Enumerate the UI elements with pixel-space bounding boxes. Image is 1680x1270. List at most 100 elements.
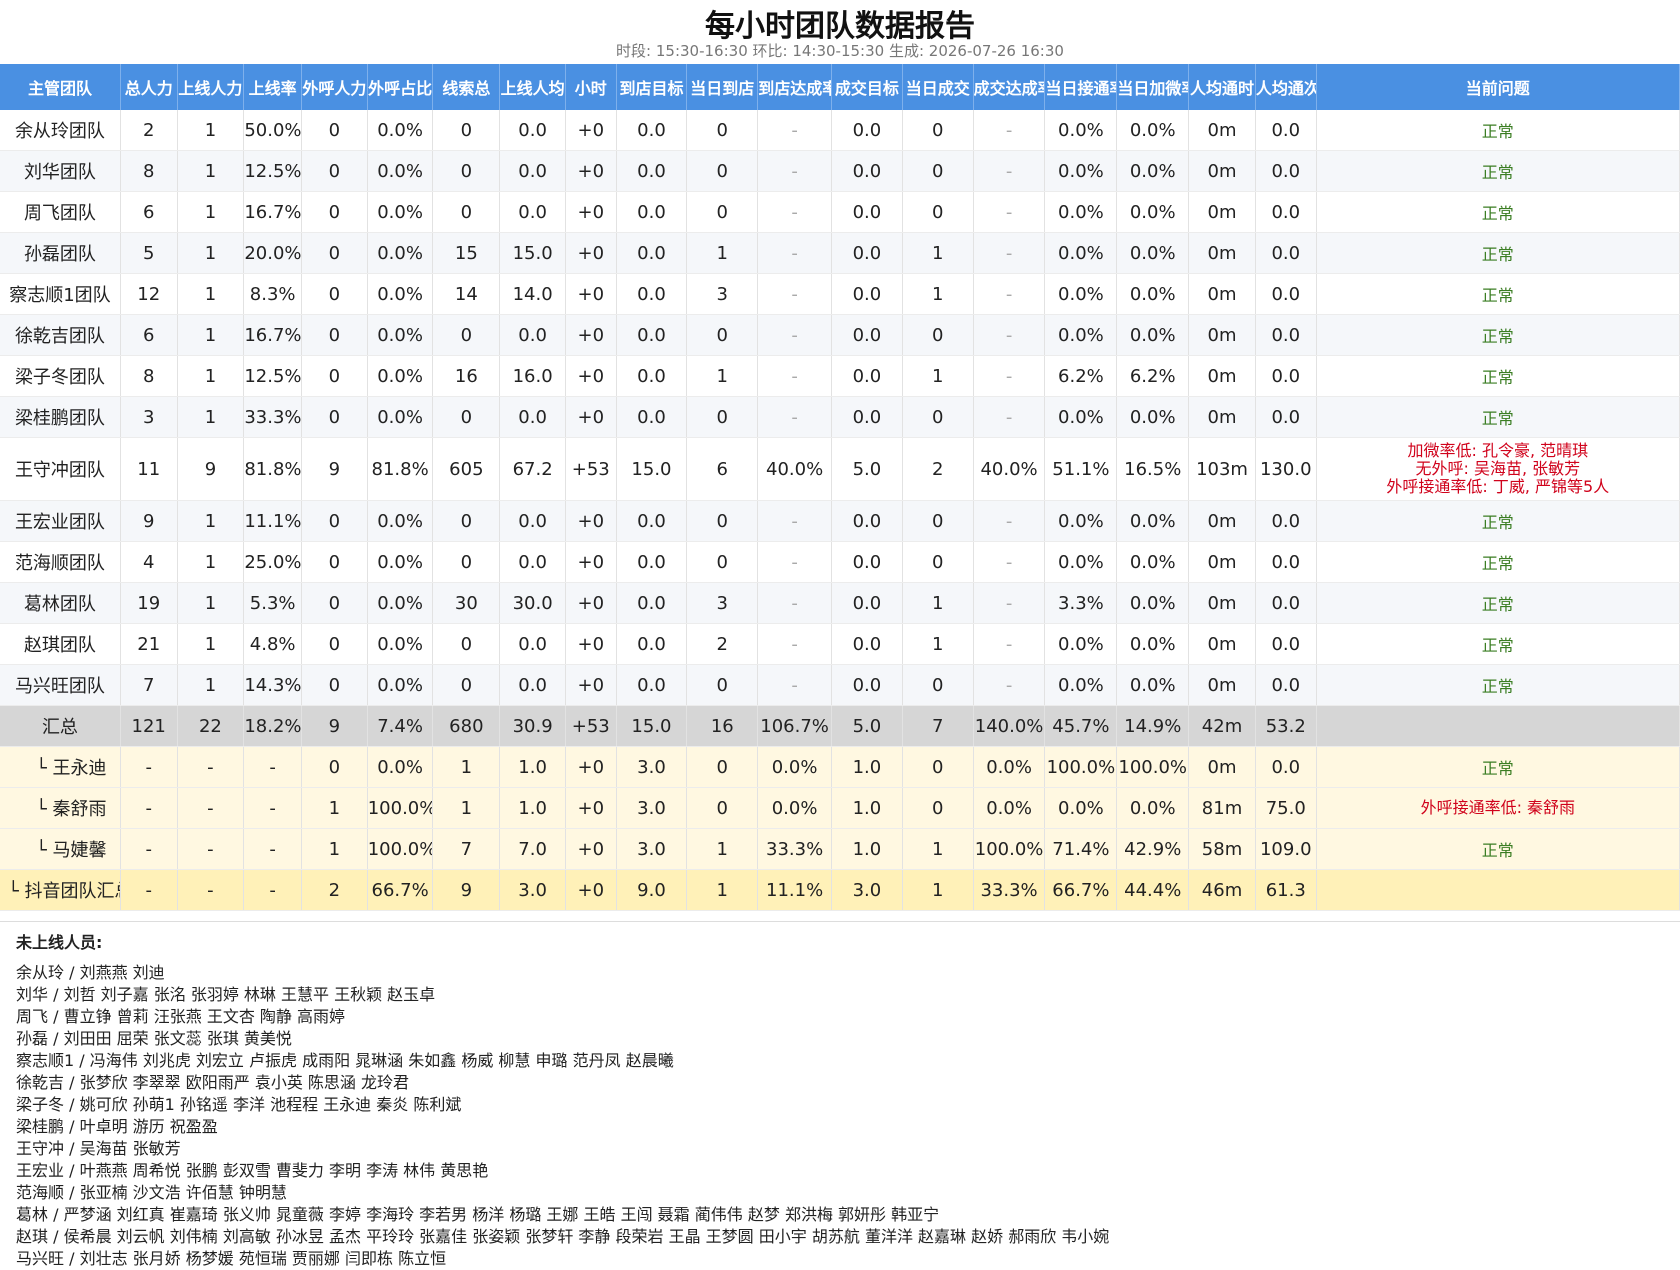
cell-col-hour-change: +0 xyxy=(565,396,617,438)
cell-col-visit-target: 0.0 xyxy=(616,541,688,583)
cell-col-team: └ 抖音团队汇总 - xyxy=(0,869,121,911)
issue-warning: 无外呼: 吴海苗, 张敏芳 xyxy=(1415,459,1581,478)
cell-col-visit-target: 3.0 xyxy=(616,787,688,829)
cell-col-hour-change: +0 xyxy=(565,232,617,274)
cell-col-leads-per-online: 0.0 xyxy=(499,664,566,706)
cell-col-call-ratio: 81.8% xyxy=(367,437,434,501)
cell-col-online-staff: - xyxy=(177,787,245,829)
cell-col-leads: 16 xyxy=(432,355,501,397)
cell-col-connect-rate: 0.0% xyxy=(1044,110,1118,151)
offline-line: 范海顺 / 张亚楠 沙文浩 许佰慧 钟明慧 xyxy=(16,1183,287,1202)
cell-col-online-staff: 1 xyxy=(177,396,245,438)
cell-col-visit-rate: 0.0% xyxy=(757,787,833,829)
cell-col-call-staff: 0 xyxy=(301,500,368,542)
cell-col-online-staff: 1 xyxy=(177,582,245,624)
cell-col-call-ratio: 0.0% xyxy=(367,355,434,397)
offline-line: 王守冲 / 吴海苗 张敏芳 xyxy=(16,1139,181,1158)
cell-col-call-count: 0.0 xyxy=(1255,355,1317,397)
cell-col-deal-rate: - xyxy=(973,273,1046,315)
cell-col-call-staff: 1 xyxy=(301,828,368,870)
cell-col-talk-time: 81m xyxy=(1188,787,1256,829)
cell-col-visit-target: 0.0 xyxy=(616,500,688,542)
table-body: 余从玲团队 2 1 50.0% 0 0.0% 0 0.0 +0 0.0 0-0.0 0-0.0% 0.0… xyxy=(0,110,1680,911)
team-row: 马兴旺团队 7 1 14.3% 0 0.0% 0 0.0 +0 0.0 0-0.0 0-0.0% 0.0… xyxy=(0,664,1680,706)
cell-col-call-staff: 0 xyxy=(301,541,368,583)
cell-col-deal-rate: - xyxy=(973,541,1046,583)
cell-col-deal-rate: - xyxy=(973,623,1046,665)
cell-col-deal-target: 0.0 xyxy=(831,110,903,151)
cell-col-call-ratio: 0.0% xyxy=(367,110,434,151)
cell-col-call-count: 75.0 xyxy=(1255,787,1317,829)
cell-col-call-count: 109.0 xyxy=(1255,828,1317,870)
cell-col-team: 赵琪团队 xyxy=(0,623,121,665)
cell-col-deal-rate: - xyxy=(973,500,1046,542)
cell-col-online-staff: 1 xyxy=(177,110,245,151)
cell-col-wechat-rate: 0.0% xyxy=(1116,110,1190,151)
header-col-visit-rate: 到店达成率 xyxy=(757,64,833,110)
cell-col-hour-change: +53 xyxy=(565,437,617,501)
cell-col-call-staff: 0 xyxy=(301,355,368,397)
cell-col-online-staff: - xyxy=(177,828,245,870)
cell-col-call-count: 0.0 xyxy=(1255,110,1317,151)
cell-col-call-ratio: 0.0% xyxy=(367,500,434,542)
offline-line: 马兴旺 / 刘壮志 张月娇 杨梦媛 苑恒瑞 贾丽娜 闫即栋 陈立恒 xyxy=(16,1249,447,1268)
cell-col-hour-change: +0 xyxy=(565,582,617,624)
cell-col-wechat-rate: 0.0% xyxy=(1116,582,1190,624)
header-col-visit-target: 到店目标 xyxy=(616,64,688,110)
cell-col-leads-per-online: 0.0 xyxy=(499,623,566,665)
cell-col-hour-change: +0 xyxy=(565,355,617,397)
cell-col-call-ratio: 0.0% xyxy=(367,232,434,274)
cell-col-online-rate: - xyxy=(243,746,302,788)
member-row: └ 秦舒雨 - - -1 100.0% 1 1.0 +0 3.0 0 0.0% 1.0 0 0.0% 0.0… xyxy=(0,787,1680,829)
team-row: 徐乾吉团队 6 1 16.7% 0 0.0% 0 0.0 +0 0.0 0-0.0 0-0.0% 0.0… xyxy=(0,314,1680,356)
team-row: 梁子冬团队 8 1 12.5% 0 0.0% 16 16.0 +0 0.0 1-0.0 1-6.2% 6… xyxy=(0,355,1680,397)
cell-col-wechat-rate: 6.2% xyxy=(1116,355,1190,397)
header-col-connect-rate: 当日接通率 xyxy=(1044,64,1118,110)
cell-col-visits-today: 3 xyxy=(686,273,759,315)
cell-col-visit-rate: - xyxy=(757,664,833,706)
cell-col-connect-rate: 0.0% xyxy=(1044,396,1118,438)
cell-col-visit-target: 0.0 xyxy=(616,150,688,192)
cell-col-leads: 15 xyxy=(432,232,501,274)
cell-col-visits-today: 1 xyxy=(686,828,759,870)
cell-col-visit-target: 0.0 xyxy=(616,396,688,438)
cell-col-online-staff: - xyxy=(177,746,245,788)
cell-col-wechat-rate: 0.0% xyxy=(1116,541,1190,583)
cell-col-online-rate: 18.2% xyxy=(243,705,302,747)
header-col-call-ratio: 外呼占比 xyxy=(367,64,434,110)
cell-col-hour-change: +0 xyxy=(565,787,617,829)
cell-col-team: 王守冲团队 xyxy=(0,437,121,501)
cell-col-call-ratio: 0.0% xyxy=(367,191,434,233)
cell-col-hour-change: +0 xyxy=(565,869,617,911)
cell-col-leads: 1 xyxy=(432,746,501,788)
cell-col-visits-today: 2 xyxy=(686,623,759,665)
team-row: 赵琪团队 21 1 4.8% 0 0.0% 0 0.0 +0 0.0 2-0.0 1-0.0% 0.0%… xyxy=(0,623,1680,665)
cell-col-online-rate: 16.7% xyxy=(243,314,302,356)
cell-col-deals-today: 1 xyxy=(902,232,974,274)
cell-col-deal-target: 3.0 xyxy=(831,869,903,911)
cell-col-call-count: 0.0 xyxy=(1255,541,1317,583)
team-row: 王守冲团队 11 9 81.8% 9 81.8% 605 67.2 +53 15.0 6 40.0% 5… xyxy=(0,437,1680,501)
cell-col-online-rate: 12.5% xyxy=(243,355,302,397)
cell-col-visit-rate: 33.3% xyxy=(757,828,833,870)
cell-col-leads-per-online: 15.0 xyxy=(499,232,566,274)
member-row: └ 王永迪 - - -0 0.0% 1 1.0 +0 3.0 0 0.0% 1.0 0 0.0% 100.0… xyxy=(0,746,1680,788)
cell-col-total-staff: 11 xyxy=(120,437,178,501)
team-row: 余从玲团队 2 1 50.0% 0 0.0% 0 0.0 +0 0.0 0-0.0 0-0.0% 0.0… xyxy=(0,110,1680,151)
cell-col-total-staff: 19 xyxy=(120,582,178,624)
cell-col-connect-rate: 0.0% xyxy=(1044,150,1118,192)
cell-col-deal-target: 1.0 xyxy=(831,746,903,788)
cell-col-deal-target: 0.0 xyxy=(831,500,903,542)
cell-col-wechat-rate: 0.0% xyxy=(1116,314,1190,356)
team-row: 周飞团队 6 1 16.7% 0 0.0% 0 0.0 +0 0.0 0-0.0 0-0.0% 0.0%… xyxy=(0,191,1680,233)
team-row: 范海顺团队 4 1 25.0% 0 0.0% 0 0.0 +0 0.0 0-0.0 0-0.0% 0.0… xyxy=(0,541,1680,583)
cell-col-leads-per-online: 30.0 xyxy=(499,582,566,624)
status-normal: 正常 xyxy=(1481,554,1514,573)
cell-col-deal-target: 0.0 xyxy=(831,191,903,233)
cell-issues: 正常 xyxy=(1316,623,1680,665)
cell-col-connect-rate: 0.0% xyxy=(1044,541,1118,583)
cell-col-talk-time: 0m xyxy=(1188,582,1256,624)
cell-col-deals-today: 1 xyxy=(902,582,974,624)
offline-line: 梁桂鹏 / 叶卓明 游历 祝盈盈 xyxy=(16,1117,218,1136)
cell-col-team: 范海顺团队 xyxy=(0,541,121,583)
